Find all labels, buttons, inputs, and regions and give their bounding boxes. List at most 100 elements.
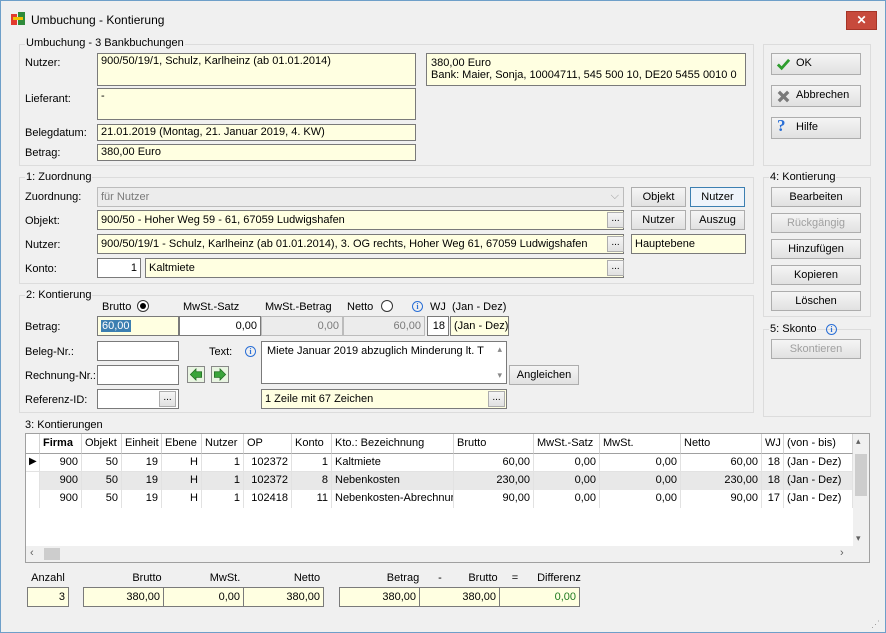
referenz-id-browse-button[interactable]: ... bbox=[159, 391, 176, 407]
konto-number-input[interactable]: 1 bbox=[97, 258, 141, 278]
arrow-left-icon bbox=[189, 367, 202, 382]
col-header-konto[interactable]: Konto bbox=[292, 434, 332, 454]
close-button[interactable]: ✕ bbox=[846, 11, 877, 30]
col-header-op[interactable]: OP bbox=[244, 434, 292, 454]
nutzer-button[interactable]: Nutzer bbox=[631, 210, 686, 230]
vertical-scroll-thumb[interactable] bbox=[855, 454, 867, 496]
summary-brutto2-field: 380,00 bbox=[419, 587, 500, 607]
netto-info-icon[interactable]: i bbox=[412, 301, 423, 312]
cell-mwst: 0,00 bbox=[600, 472, 681, 490]
objekt-browse-button[interactable]: ... bbox=[607, 212, 624, 228]
arrow-right-button[interactable] bbox=[211, 366, 229, 383]
cell-wj: 18 bbox=[762, 454, 784, 472]
abbrechen-button[interactable]: Abbrechen bbox=[771, 85, 861, 107]
cancel-x-icon bbox=[777, 90, 790, 103]
brutto-radio[interactable] bbox=[137, 300, 149, 312]
table-row[interactable]: 900 50 19 H 1 102372 8 Nebenkosten 230,0… bbox=[26, 472, 853, 490]
col-header-einheit[interactable]: Einheit bbox=[122, 434, 162, 454]
horizontal-scrollbar[interactable]: ‹ › bbox=[26, 546, 869, 562]
kopieren-button[interactable]: Kopieren bbox=[771, 265, 861, 285]
konto-browse-button[interactable]: ... bbox=[607, 260, 624, 276]
mwst-satz-input[interactable]: 0,00 bbox=[179, 316, 261, 336]
table-row[interactable]: 900 50 19 H 1 102418 11 Nebenkosten-Abre… bbox=[26, 490, 853, 508]
angleichen-button[interactable]: Angleichen bbox=[509, 365, 579, 385]
cell-bezeichnung: Nebenkosten-Abrechnur bbox=[332, 490, 454, 508]
ok-button[interactable]: OK bbox=[771, 53, 861, 75]
netto-input: 60,00 bbox=[343, 316, 425, 336]
scroll-down-arrow-icon[interactable]: ▾ bbox=[856, 533, 861, 544]
resize-grip-icon[interactable]: ⋰ bbox=[871, 618, 883, 630]
wj-header: WJ bbox=[430, 301, 446, 313]
wj-input[interactable]: 18 bbox=[427, 316, 449, 336]
col-header-ebene[interactable]: Ebene bbox=[162, 434, 202, 454]
col-header-netto[interactable]: Netto bbox=[681, 434, 762, 454]
arrow-left-button[interactable] bbox=[187, 366, 205, 383]
col-header-mwst[interactable]: MwSt. bbox=[600, 434, 681, 454]
hinzufuegen-button[interactable]: Hinzufügen bbox=[771, 239, 861, 259]
scroll-down-icon[interactable]: ▾ bbox=[497, 370, 502, 381]
table-row[interactable]: ▶ 900 50 19 H 1 102372 1 Kaltmiete 60,00… bbox=[26, 454, 853, 472]
beleg-nr-label: Beleg-Nr.: bbox=[25, 346, 74, 358]
zuordnung-label: Zuordnung: bbox=[25, 191, 82, 203]
cell-einheit: 19 bbox=[122, 472, 162, 490]
vertical-scrollbar[interactable]: ▴ ▾ bbox=[853, 434, 869, 546]
col-header-bezeichnung[interactable]: Kto.: Bezeichnung bbox=[332, 434, 454, 454]
help-question-icon: ? bbox=[777, 116, 786, 135]
row-pointer-icon: ▶ bbox=[26, 454, 40, 472]
window-title: Umbuchung - Kontierung bbox=[31, 13, 165, 27]
netto-radio[interactable] bbox=[381, 300, 393, 312]
cell-wj: 17 bbox=[762, 490, 784, 508]
hilfe-button[interactable]: ? Hilfe bbox=[771, 117, 861, 139]
text-textarea[interactable]: Miete Januar 2019 abzuglich Minderung lt… bbox=[261, 341, 507, 384]
loeschen-button[interactable]: Löschen bbox=[771, 291, 861, 311]
rechnung-nr-input[interactable] bbox=[97, 365, 179, 385]
rueckgaengig-button[interactable]: Rückgängig bbox=[771, 213, 861, 233]
brutto-input-value: 60,00 bbox=[101, 320, 131, 332]
bank-info-amount: 380,00 Euro bbox=[431, 57, 491, 69]
beleg-nr-input[interactable] bbox=[97, 341, 179, 361]
nutzer-toggle-button[interactable]: Nutzer bbox=[690, 187, 745, 207]
col-header-nutzer[interactable]: Nutzer bbox=[202, 434, 244, 454]
objekt-field: 900/50 - Hoher Weg 59 - 61, 67059 Ludwig… bbox=[97, 210, 624, 230]
col-header-von-bis[interactable]: (von - bis) bbox=[784, 434, 853, 454]
auszug-button[interactable]: Auszug bbox=[690, 210, 745, 230]
summary-equals: = bbox=[511, 572, 519, 584]
umbuchung-nutzer-label: Nutzer: bbox=[25, 57, 61, 69]
horizontal-scroll-thumb[interactable] bbox=[44, 548, 60, 560]
scroll-left-arrow-icon[interactable]: ‹ bbox=[30, 547, 34, 559]
cell-nutzer: 1 bbox=[202, 472, 244, 490]
text-info-icon[interactable]: i bbox=[245, 346, 256, 357]
objekt-toggle-button[interactable]: Objekt bbox=[631, 187, 686, 207]
scroll-right-arrow-icon[interactable]: › bbox=[840, 547, 844, 559]
app-icon bbox=[11, 12, 25, 25]
cell-netto: 60,00 bbox=[681, 454, 762, 472]
nutzer-browse-button[interactable]: ... bbox=[607, 236, 624, 252]
col-header-mwst-satz[interactable]: MwSt.-Satz bbox=[534, 434, 600, 454]
zuordnung-select[interactable]: für Nutzer ⌵ bbox=[97, 187, 624, 207]
check-icon bbox=[776, 58, 791, 71]
text-textarea-value: Miete Januar 2019 abzuglich Minderung lt… bbox=[267, 345, 484, 357]
bearbeiten-button[interactable]: Bearbeiten bbox=[771, 187, 861, 207]
scroll-up-arrow-icon[interactable]: ▴ bbox=[856, 436, 861, 447]
skontieren-button[interactable]: Skontieren bbox=[771, 339, 861, 359]
text-browse-button[interactable]: ... bbox=[488, 391, 505, 407]
chevron-down-icon: ⌵ bbox=[610, 190, 619, 202]
col-header-brutto[interactable]: Brutto bbox=[454, 434, 534, 454]
scroll-up-icon[interactable]: ▴ bbox=[497, 344, 502, 355]
zuordnung-select-value: für Nutzer bbox=[101, 191, 150, 203]
abbrechen-label: Abbrechen bbox=[796, 89, 850, 101]
cell-ebene: H bbox=[162, 490, 202, 508]
skonto-info-icon[interactable]: i bbox=[826, 324, 837, 335]
cell-objekt: 50 bbox=[82, 454, 122, 472]
cell-konto: 1 bbox=[292, 454, 332, 472]
col-header-firma[interactable]: Firma bbox=[40, 434, 82, 454]
col-header-objekt[interactable]: Objekt bbox=[82, 434, 122, 454]
wj-range-field: (Jan - Dez) bbox=[450, 316, 509, 336]
cell-mwst-satz: 0,00 bbox=[534, 472, 600, 490]
kontierungen-heading: 3: Kontierungen bbox=[25, 419, 103, 431]
summary-differenz-label: Differenz bbox=[537, 572, 581, 584]
brutto-input[interactable]: 60,00 bbox=[97, 316, 179, 336]
col-header-wj[interactable]: WJ bbox=[762, 434, 784, 454]
row-indicator bbox=[26, 472, 40, 490]
cell-netto: 90,00 bbox=[681, 490, 762, 508]
